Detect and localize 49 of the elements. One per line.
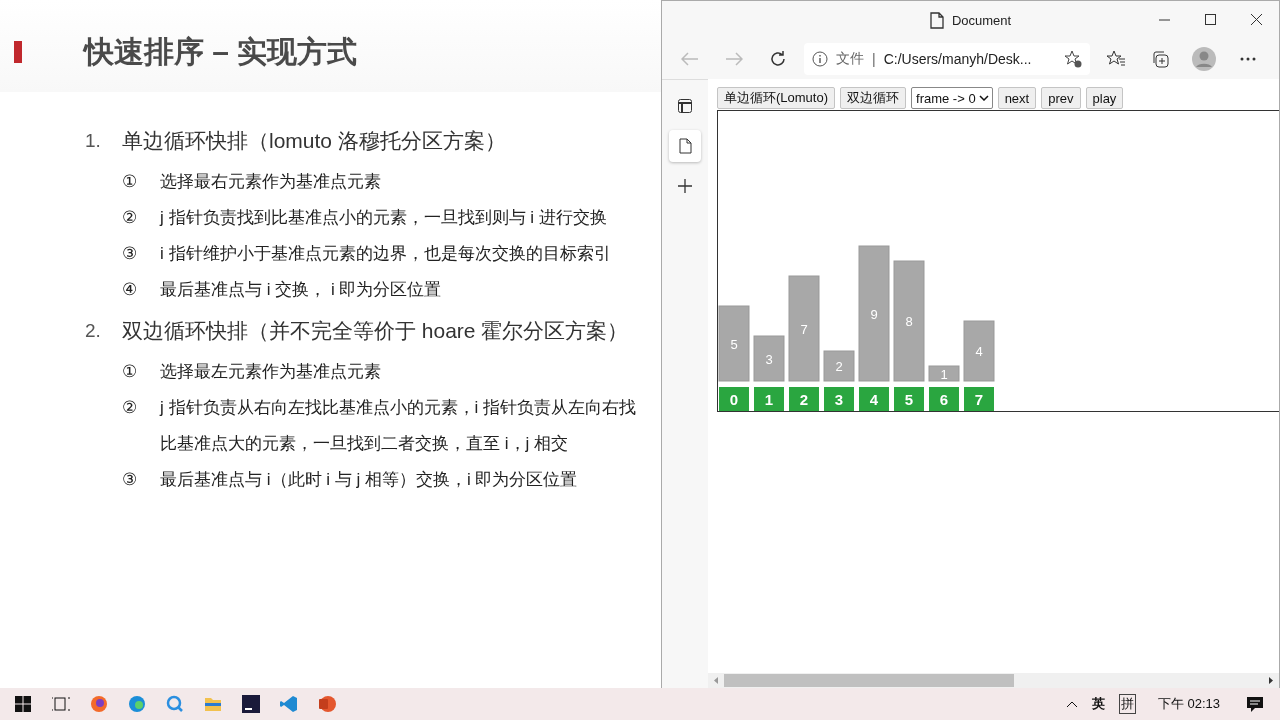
step-marker: ③ (122, 469, 138, 491)
frame-select[interactable]: frame -> 0 (911, 87, 993, 109)
bar-value: 7 (800, 321, 808, 337)
language-indicator[interactable]: 英 (1091, 695, 1105, 713)
list-number: 1. (85, 130, 102, 152)
index-label: 7 (974, 391, 984, 408)
ime-indicator[interactable]: 拼 (1118, 694, 1136, 714)
bar-value: 5 (730, 336, 738, 352)
slide-title: 快速排序 – 实现方式 (84, 33, 358, 70)
step-text: j 指针负责从右向左找比基准点小的元素，i 指针负责从左向右找比基准点大的元素，一旦找到二者交换，直至 i，j 相交 (160, 397, 637, 455)
bar-value: 9 (870, 306, 878, 322)
bar-value: 8 (905, 314, 913, 329)
address-prefix: 文件 (836, 50, 864, 68)
bar-value: 4 (975, 344, 983, 359)
step-text: 最后基准点与 i 交换， i 即为分区位置 (160, 279, 443, 301)
control-button[interactable]: prev (1041, 87, 1081, 109)
index-label: 3 (834, 391, 844, 408)
step-marker: ② (122, 207, 138, 229)
list-number: 2. (85, 320, 102, 342)
step-text: 选择最左元素作为基准点元素 (160, 361, 382, 383)
step-marker: ④ (122, 279, 138, 301)
separator: | (872, 51, 876, 67)
section-heading: 双边循环快排（并不完全等价于 hoare 霍尔分区方案） (122, 318, 629, 344)
section-heading: 单边循环快排（lomuto 洛穆托分区方案） (122, 128, 506, 154)
step-marker: ③ (122, 243, 138, 265)
window-title: Document (951, 12, 1012, 28)
index-label: 6 (939, 391, 949, 408)
index-label: 4 (869, 391, 879, 408)
control-button[interactable]: 双边循环 (840, 87, 907, 109)
step-text: 选择最右元素作为基准点元素 (160, 171, 382, 193)
control-button[interactable]: 单边循环(Lomuto) (717, 87, 836, 109)
control-button[interactable]: play (1085, 87, 1124, 109)
bar-value: 3 (765, 351, 773, 367)
url-text: C:/Users/manyh/Desk... (883, 51, 1032, 67)
step-marker: ① (122, 171, 138, 193)
step-text: 最后基准点与 i（此时 i 与 j 相等）交换，i 即为分区位置 (160, 469, 579, 491)
control-button[interactable]: next (997, 87, 1037, 109)
index-label: 2 (799, 391, 809, 408)
step-marker: ② (122, 397, 138, 419)
step-text: j 指针负责找到比基准点小的元素，一旦找到则与 i 进行交换 (160, 207, 608, 229)
step-text: i 指针维护小于基准点元素的边界，也是每次交换的目标索引 (160, 243, 612, 265)
index-label: 0 (729, 391, 739, 408)
index-label: 5 (904, 391, 914, 408)
bar-value: 1 (940, 366, 948, 382)
step-marker: ① (122, 361, 138, 383)
index-label: 1 (764, 391, 774, 408)
clock[interactable]: 下午 02:13 (1157, 695, 1220, 713)
bar-value: 2 (835, 359, 843, 374)
address-bar[interactable]: 文件 | C:/Users/manyh/Desk... (804, 43, 1090, 75)
